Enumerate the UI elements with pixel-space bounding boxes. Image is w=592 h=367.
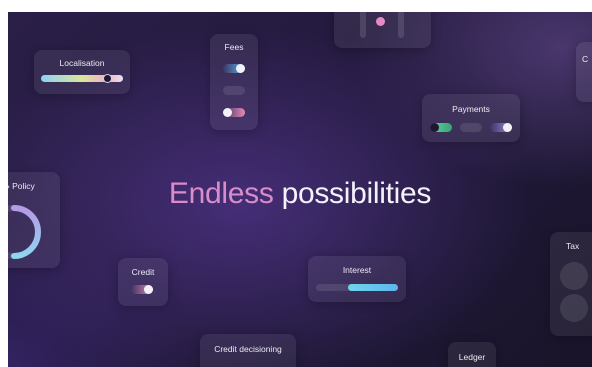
credit-decisioning-label: Credit decisioning	[214, 344, 282, 354]
tax-dial-2[interactable]	[560, 294, 588, 322]
fees-toggle-1[interactable]	[223, 64, 245, 73]
slider-track-left	[360, 12, 366, 38]
tax-card: Tax	[550, 232, 592, 336]
credit-decisioning-card: Credit decisioning	[200, 334, 296, 367]
fees-card: Fees	[210, 34, 258, 130]
top-slider-card	[334, 12, 431, 48]
headline-rest: possibilities	[273, 177, 432, 210]
ledger-label: Ledger	[458, 352, 486, 362]
interest-card: Interest	[308, 256, 406, 302]
fees-toggle-1-knob	[236, 64, 245, 73]
fees-toggle-3-knob	[223, 108, 232, 117]
payments-label: Payments	[452, 104, 490, 114]
localisation-gradient-bar[interactable]	[41, 74, 123, 83]
fees-label: Fees	[224, 42, 244, 52]
fees-toggle-3[interactable]	[223, 108, 245, 117]
policy-gauge-arc	[11, 205, 41, 259]
pink-dot	[376, 17, 385, 26]
tax-label: Tax	[566, 241, 580, 251]
tax-dial-1[interactable]	[560, 262, 588, 290]
top-right-partial-card: C	[576, 42, 592, 102]
payments-toggle-3-knob	[503, 123, 512, 132]
payments-toggle-2[interactable]	[460, 123, 482, 132]
payments-card: Payments	[422, 94, 520, 142]
interest-slider-fill	[348, 284, 398, 291]
credit-label: Credit	[131, 267, 155, 277]
credit-toggle[interactable]	[131, 285, 153, 294]
payments-toggle-1-knob	[430, 123, 439, 132]
headline: Endless possibilities	[8, 177, 592, 211]
hero-canvas: Localisation Fees Payments C » Policy	[8, 12, 592, 367]
payments-toggle-3[interactable]	[490, 123, 512, 132]
ledger-card: Ledger	[448, 342, 496, 367]
localisation-knob[interactable]	[103, 74, 112, 83]
credit-card: Credit	[118, 258, 168, 306]
localisation-card: Localisation	[34, 50, 130, 94]
headline-accent-word: Endless	[168, 177, 274, 210]
interest-slider[interactable]	[316, 284, 398, 291]
top-right-partial-label: C	[582, 54, 589, 64]
interest-label: Interest	[342, 265, 372, 275]
localisation-label: Localisation	[59, 58, 105, 68]
payments-toggle-1[interactable]	[430, 123, 452, 132]
fees-toggle-2[interactable]	[223, 86, 245, 95]
credit-toggle-knob	[144, 285, 153, 294]
slider-track-right	[398, 12, 404, 38]
